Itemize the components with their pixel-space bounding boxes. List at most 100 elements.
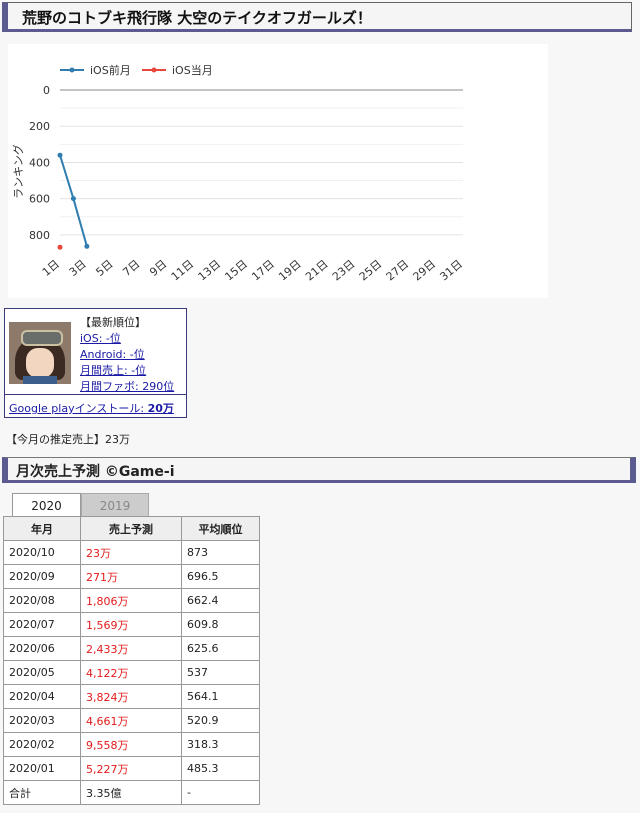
app-icon[interactable] bbox=[9, 322, 71, 384]
y-axis-label: ランキング bbox=[11, 144, 25, 199]
rank-cell: 873 bbox=[181, 540, 260, 565]
rank-cell: 318.3 bbox=[181, 732, 260, 757]
legend-swatch-dot bbox=[69, 67, 75, 73]
table-header-row: 年月 売上予測 平均順位 bbox=[3, 516, 260, 541]
rank-info: 【最新順位】 iOS: -位 Android: -位 月間売上: -位 月間ファ… bbox=[80, 315, 174, 395]
x-tick-label: 9日 bbox=[147, 257, 169, 279]
sales-cell: 2,433万 bbox=[80, 636, 182, 661]
month-cell: 2020/02 bbox=[3, 732, 81, 757]
x-tick-label: 1日 bbox=[40, 257, 62, 279]
monthly-fav-rank-link[interactable]: 月間ファボ: 290位 bbox=[80, 380, 174, 393]
x-tick-label: 31日 bbox=[437, 257, 465, 283]
table-row: 2020/01 5,227万 485.3 bbox=[3, 756, 260, 781]
x-tick-label: 19日 bbox=[276, 257, 304, 283]
x-tick-label: 5日 bbox=[94, 257, 116, 279]
data-point bbox=[57, 152, 63, 158]
sales-cell: 271万 bbox=[80, 564, 182, 589]
table-row: 2020/06 2,433万 625.6 bbox=[3, 636, 260, 661]
sales-cell: 1,806万 bbox=[80, 588, 182, 613]
table-row: 2020/08 1,806万 662.4 bbox=[3, 588, 260, 613]
table-row: 2020/03 4,661万 520.9 bbox=[3, 708, 260, 733]
x-tick-label: 13日 bbox=[196, 257, 224, 283]
month-cell: 2020/10 bbox=[3, 540, 81, 565]
data-point bbox=[57, 244, 63, 250]
card-divider bbox=[5, 394, 186, 395]
legend-label: iOS前月 bbox=[90, 63, 131, 77]
sales-cell: 9,558万 bbox=[80, 732, 182, 757]
total-rank-cell: - bbox=[181, 780, 260, 805]
rank-cell: 662.4 bbox=[181, 588, 260, 613]
rank-cell: 609.8 bbox=[181, 612, 260, 637]
rank-cell: 520.9 bbox=[181, 708, 260, 733]
table-row: 2020/02 9,558万 318.3 bbox=[3, 732, 260, 757]
rank-cell: 564.1 bbox=[181, 684, 260, 709]
month-cell: 2020/04 bbox=[3, 684, 81, 709]
sales-cell: 4,122万 bbox=[80, 660, 182, 685]
tab-2020[interactable]: 2020 bbox=[12, 493, 81, 517]
table-row: 2020/05 4,122万 537 bbox=[3, 660, 260, 685]
legend-label: iOS当月 bbox=[172, 63, 213, 77]
x-tick-label: 23日 bbox=[330, 257, 358, 283]
x-tick-label: 29日 bbox=[411, 257, 439, 283]
table-row: 2020/10 23万 873 bbox=[3, 540, 260, 565]
total-label-cell: 合計 bbox=[3, 780, 81, 805]
y-tick-label: 200 bbox=[29, 120, 50, 133]
monthly-sales-rank-link[interactable]: 月間売上: -位 bbox=[80, 364, 146, 377]
tab-2019[interactable]: 2019 bbox=[81, 493, 149, 517]
x-tick-label: 21日 bbox=[303, 257, 331, 283]
x-tick-label: 25日 bbox=[357, 257, 385, 283]
gplay-install-link[interactable]: Google playインストール: 20万 bbox=[9, 402, 174, 415]
y-tick-label: 600 bbox=[29, 193, 50, 206]
sales-cell: 5,227万 bbox=[80, 756, 182, 781]
estimated-sales: 【今月の推定売上】23万 bbox=[6, 433, 130, 446]
section-title: 月次売上予測 ©Game-i bbox=[16, 464, 175, 480]
x-tick-label: 15日 bbox=[222, 257, 250, 283]
y-tick-label: 400 bbox=[29, 156, 50, 169]
table-row: 2020/07 1,569万 609.8 bbox=[3, 612, 260, 637]
rank-cell: 625.6 bbox=[181, 636, 260, 661]
page-title: 荒野のコトブキ飛行隊 大空のテイクオフガールズ！ bbox=[22, 9, 372, 27]
app-card: 【最新順位】 iOS: -位 Android: -位 月間売上: -位 月間ファ… bbox=[4, 308, 187, 418]
latest-rank-label: 【最新順位】 bbox=[80, 316, 146, 329]
sales-cell: 1,569万 bbox=[80, 612, 182, 637]
rank-cell: 696.5 bbox=[181, 564, 260, 589]
x-tick-label: 11日 bbox=[169, 257, 197, 283]
ios-rank-link[interactable]: iOS: -位 bbox=[80, 332, 121, 345]
table-total-row: 合計 3.35億 - bbox=[3, 780, 260, 805]
data-point bbox=[70, 196, 76, 202]
ranking-chart-svg: 0 200 400 600 800 1日 3日 5日 7日 9日 11日 13日 15日 17日 19日 21… bbox=[11, 63, 465, 283]
monthly-sales-table: 年月 売上予測 平均順位 2020/10 23万 873 2020/09 271万 69… bbox=[3, 516, 260, 805]
month-cell: 2020/03 bbox=[3, 708, 81, 733]
sales-cell: 3,824万 bbox=[80, 684, 182, 709]
table-row: 2020/04 3,824万 564.1 bbox=[3, 684, 260, 709]
gplay-install-value: 20万 bbox=[147, 402, 174, 415]
month-cell: 2020/05 bbox=[3, 660, 81, 685]
x-tick-label: 27日 bbox=[384, 257, 412, 283]
month-cell: 2020/01 bbox=[3, 756, 81, 781]
android-rank-link[interactable]: Android: -位 bbox=[80, 348, 145, 361]
rank-cell: 537 bbox=[181, 660, 260, 685]
table-row: 2020/09 271万 696.5 bbox=[3, 564, 260, 589]
section-title-bar: 月次売上予測 ©Game-i bbox=[2, 457, 636, 483]
rank-cell: 485.3 bbox=[181, 756, 260, 781]
month-cell: 2020/09 bbox=[3, 564, 81, 589]
page-title-bar: 荒野のコトブキ飛行隊 大空のテイクオフガールズ！ bbox=[2, 2, 632, 32]
header-sales-forecast: 売上予測 bbox=[80, 516, 182, 541]
month-cell: 2020/08 bbox=[3, 588, 81, 613]
month-cell: 2020/06 bbox=[3, 636, 81, 661]
month-cell: 2020/07 bbox=[3, 612, 81, 637]
y-tick-label: 0 bbox=[43, 84, 50, 97]
header-month: 年月 bbox=[3, 516, 81, 541]
sales-cell: 4,661万 bbox=[80, 708, 182, 733]
header-average-rank: 平均順位 bbox=[181, 516, 260, 541]
x-tick-label: 3日 bbox=[67, 257, 89, 279]
legend-swatch-dot bbox=[151, 67, 157, 73]
data-point bbox=[84, 243, 90, 249]
total-sales-cell: 3.35億 bbox=[80, 780, 182, 805]
x-tick-label: 7日 bbox=[120, 257, 142, 279]
gplay-install-label: Google playインストール: bbox=[9, 402, 148, 415]
sales-cell: 23万 bbox=[80, 540, 182, 565]
x-tick-label: 17日 bbox=[249, 257, 277, 283]
y-tick-label: 800 bbox=[29, 229, 50, 242]
ranking-chart: 0 200 400 600 800 1日 3日 5日 7日 9日 11日 13日 15日 17日 19日 21… bbox=[8, 44, 548, 298]
